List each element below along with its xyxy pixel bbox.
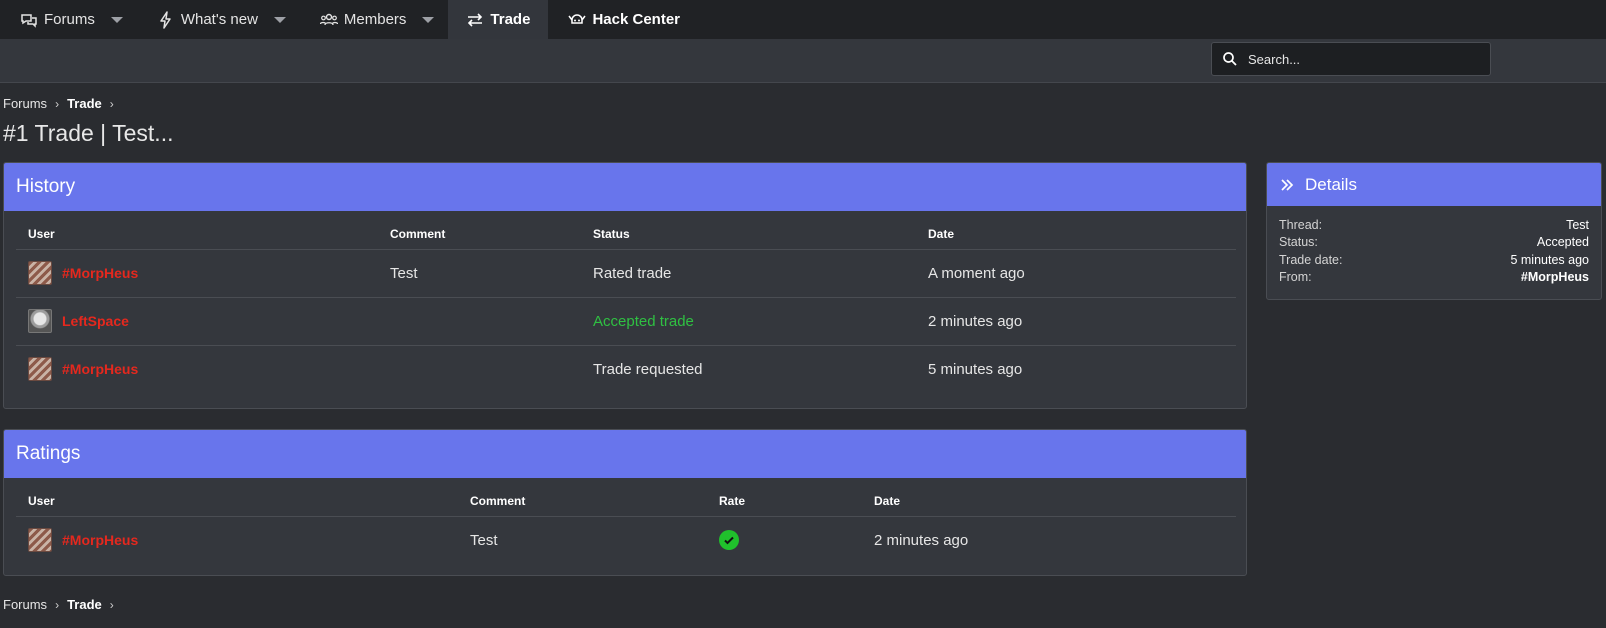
nav-tab-hack-center[interactable]: Hack Center [548, 0, 694, 39]
comment-cell [378, 345, 581, 393]
table-header-row: User Comment Rate Date [16, 478, 1236, 517]
chevron-right-icon: › [109, 96, 114, 111]
breadcrumb-forums[interactable]: Forums [3, 597, 47, 612]
avatar[interactable] [28, 261, 52, 285]
trade-date-value: 5 minutes ago [1510, 252, 1589, 267]
column-header: User [16, 211, 378, 250]
detail-label: Status: [1279, 235, 1318, 250]
column-header: Comment [458, 478, 707, 517]
lightning-icon [160, 10, 171, 29]
history-table: User Comment Status Date #MorpHeus Test … [16, 211, 1236, 393]
details-title: Details [1305, 174, 1357, 194]
status-cell: Trade requested [593, 360, 703, 378]
nav-label: Hack Center [592, 11, 680, 28]
date-cell: A moment ago [916, 249, 1236, 298]
history-panel-title: History [4, 163, 1246, 211]
chevron-down-icon[interactable] [422, 16, 435, 23]
detail-label: Trade date: [1279, 252, 1343, 267]
detail-row-status: Status: Accepted [1267, 234, 1601, 252]
breadcrumb-trade[interactable]: Trade [67, 597, 102, 612]
ratings-panel: Ratings User Comment Rate Date #MorpHeus… [3, 429, 1247, 576]
breadcrumb-trade[interactable]: Trade [67, 96, 102, 111]
date-cell: 5 minutes ago [928, 360, 1023, 378]
status-cell: Rated trade [581, 249, 916, 298]
search-box[interactable] [1211, 42, 1491, 76]
details-panel-header[interactable]: Details [1267, 163, 1601, 206]
ratings-panel-title: Ratings [4, 430, 1246, 478]
nav-tab-members[interactable]: Members [300, 0, 449, 39]
search-icon [1223, 52, 1237, 66]
column-header: Date [916, 211, 1236, 250]
chevron-down-icon[interactable] [110, 16, 123, 23]
table-row: #MorpHeus Trade requested 5 minutes ago [16, 345, 1236, 393]
table-row: #MorpHeus Test 2 minutes ago [16, 516, 1236, 564]
table-row: #MorpHeus Test Rated trade A moment ago [16, 249, 1236, 298]
chevron-right-icon: › [55, 96, 60, 111]
comment-cell [378, 297, 581, 346]
nav-label: Trade [490, 11, 531, 28]
username-link[interactable]: #MorpHeus [62, 361, 138, 377]
avatar[interactable] [28, 357, 52, 382]
top-navigation: Forums What's new Members Trade Hack Cen… [0, 0, 1606, 39]
ratings-table: User Comment Rate Date #MorpHeus Test 2 … [16, 478, 1236, 564]
breadcrumb-bottom: Forums › Trade › [3, 597, 122, 612]
nav-label: What's new [180, 11, 258, 28]
detail-label: From: [1279, 270, 1312, 285]
horned-helmet-icon [568, 13, 587, 24]
detail-row-trade-date: Trade date: 5 minutes ago [1267, 251, 1601, 269]
table-row: LeftSpace Accepted trade 2 minutes ago [16, 297, 1236, 346]
username-link[interactable]: #MorpHeus [62, 532, 138, 548]
swap-arrows-icon [468, 12, 483, 27]
rate-cell [707, 516, 862, 564]
positive-check-icon [719, 530, 739, 551]
username-link[interactable]: #MorpHeus [62, 265, 138, 281]
chevron-right-icon: › [109, 597, 114, 612]
breadcrumb-forums[interactable]: Forums [3, 96, 47, 111]
date-cell: 2 minutes ago [916, 297, 1236, 346]
detail-label: Thread: [1279, 217, 1323, 232]
avatar[interactable] [28, 309, 52, 333]
comment-cell: Test [378, 249, 581, 298]
detail-row-thread: Thread: Test [1267, 216, 1601, 234]
column-header: Date [862, 478, 1236, 517]
nav-label: Members [343, 11, 407, 28]
from-username-link[interactable]: #MorpHeus [1521, 270, 1589, 284]
column-header: Rate [707, 478, 862, 517]
column-header: Status [581, 211, 916, 250]
detail-row-from: From: #MorpHeus [1267, 269, 1601, 287]
nav-tab-trade[interactable]: Trade [448, 0, 549, 39]
nav-tab-forums[interactable]: Forums [0, 0, 137, 39]
page-title: #1 Trade | Test... [3, 120, 174, 146]
thread-link[interactable]: Test [1566, 218, 1589, 232]
chevron-down-icon[interactable] [273, 16, 286, 23]
users-icon [319, 13, 338, 25]
double-chevron-right-icon [1281, 178, 1294, 191]
nav-label: Forums [44, 11, 95, 28]
date-cell: 2 minutes ago [874, 531, 969, 549]
chevron-right-icon: › [55, 597, 60, 612]
history-panel: History User Comment Status Date #MorpHe… [3, 162, 1247, 409]
search-input[interactable] [1246, 50, 1470, 68]
column-header: Comment [378, 211, 581, 250]
comment-cell: Test [470, 531, 498, 549]
details-panel: Details Thread: Test Status: Accepted Tr… [1266, 162, 1602, 300]
nav-tab-whats-new[interactable]: What's new [137, 0, 300, 39]
breadcrumb: Forums › Trade › [3, 96, 122, 111]
username-link[interactable]: LeftSpace [62, 313, 129, 329]
avatar[interactable] [28, 528, 52, 553]
speech-bubbles-icon [21, 13, 37, 28]
status-cell: Accepted trade [581, 297, 916, 346]
column-header: User [16, 478, 458, 517]
table-header-row: User Comment Status Date [16, 211, 1236, 250]
status-value: Accepted [1536, 235, 1589, 250]
